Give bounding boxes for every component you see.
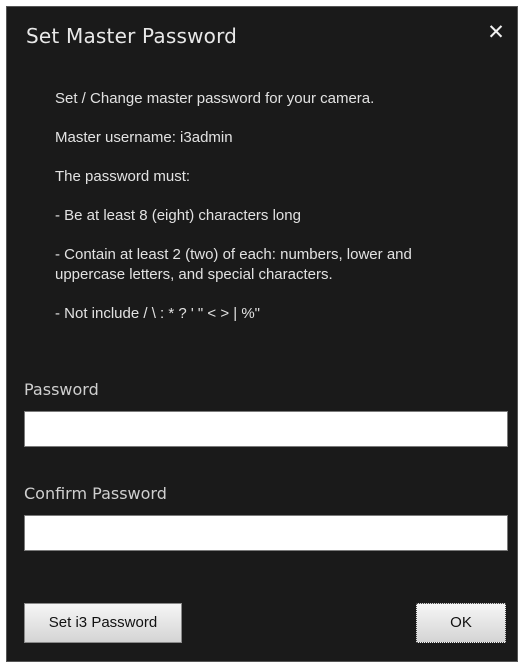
instruction-intro: Set / Change master password for your ca… [55, 90, 375, 107]
rule-complexity: - Contain at least 2 (two) of each: numb… [55, 246, 412, 283]
dialog-title: Set Master Password [26, 24, 238, 48]
confirm-password-label: Confirm Password [24, 484, 167, 503]
password-label: Password [24, 380, 99, 399]
master-username-text: Master username: i3admin [55, 129, 233, 146]
ok-button[interactable]: OK [416, 603, 506, 643]
rule-length: - Be at least 8 (eight) characters long [55, 207, 301, 224]
password-field[interactable] [24, 411, 508, 447]
close-icon[interactable]: ✕ [485, 21, 507, 43]
set-i3-password-button[interactable]: Set i3 Password [24, 603, 182, 643]
confirm-password-field[interactable] [24, 515, 508, 551]
instructions: Set / Change master password for your ca… [55, 89, 475, 343]
rule-forbidden-chars: - Not include / \ : * ? ' " < > | %" [55, 305, 260, 322]
password-rules-heading: The password must: [55, 168, 191, 185]
set-master-password-dialog: Set Master Password ✕ Set / Change maste… [6, 6, 518, 662]
